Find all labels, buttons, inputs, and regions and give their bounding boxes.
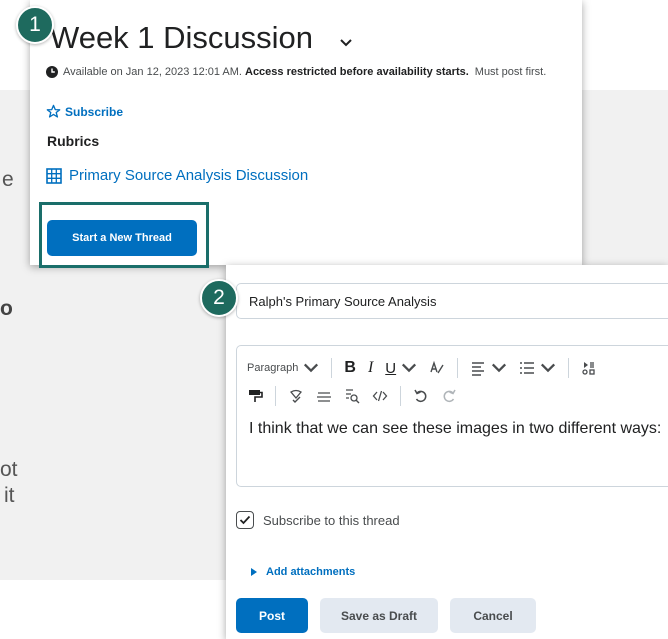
horizontal-rule-icon (317, 392, 331, 402)
step-badge-1: 1 (16, 6, 54, 44)
list-button[interactable] (519, 360, 556, 376)
background-text-fragment: ot (0, 458, 18, 481)
chevron-down-icon (304, 363, 319, 373)
availability-info: Available on Jan 12, 2023 12:01 AM. Acce… (46, 66, 546, 78)
subscribe-label: Subscribe (65, 104, 124, 119)
subscribe-thread-label: Subscribe to this thread (263, 512, 400, 528)
availability-date: Available on Jan 12, 2023 12:01 AM. (63, 66, 242, 78)
media-icon (582, 362, 595, 375)
add-attachments-label: Add attachments (266, 566, 356, 578)
clock-icon (46, 66, 58, 78)
editor-toolbar-row: Paragraph B I U (247, 354, 609, 382)
source-code-button[interactable] (372, 388, 388, 404)
rubric-link[interactable]: Primary Source Analysis Discussion (46, 167, 308, 184)
format-select[interactable]: Paragraph (247, 360, 319, 376)
chevron-down-icon[interactable] (338, 36, 354, 48)
align-button[interactable] (470, 360, 507, 376)
undo-button[interactable] (413, 388, 429, 404)
add-attachments-link[interactable]: Add attachments (250, 566, 355, 578)
discussion-topic-panel: Week 1 Discussion Available on Jan 12, 2… (30, 0, 582, 268)
find-replace-icon (346, 389, 360, 404)
subscribe-thread-option[interactable]: Subscribe to this thread (236, 511, 400, 529)
paint-roller-icon (249, 390, 263, 402)
toolbar-divider (331, 358, 333, 378)
start-new-thread-button[interactable]: Start a New Thread (47, 220, 197, 256)
rubric-link-label: Primary Source Analysis Discussion (69, 167, 309, 184)
grid-icon (46, 167, 62, 184)
find-replace-button[interactable] (344, 388, 360, 404)
star-icon (46, 104, 61, 118)
rich-text-editor: Paragraph B I U I think that we can see … (236, 345, 668, 487)
insert-media-button[interactable] (581, 360, 597, 376)
subscribe-link[interactable]: Subscribe (46, 104, 123, 119)
text-size-icon (430, 360, 444, 374)
background-text-fragment: e (2, 168, 14, 191)
align-left-icon (472, 362, 485, 376)
page-title: Week 1 Discussion (50, 20, 314, 55)
rubrics-heading: Rubrics (47, 133, 100, 149)
bold-button[interactable]: B (344, 359, 356, 377)
background-text-fragment: o (0, 297, 13, 320)
caret-right-icon (251, 568, 257, 576)
toolbar-divider (400, 386, 401, 406)
undo-icon (414, 389, 427, 403)
editor-toolbar-row (247, 382, 469, 410)
checkmark-icon (239, 515, 251, 525)
step-badge-2: 2 (200, 279, 238, 317)
redo-icon (443, 389, 456, 403)
availability-note: Must post first. (474, 66, 547, 78)
list-icon (520, 362, 535, 374)
chevron-down-icon (541, 363, 556, 373)
editor-body-text[interactable]: I think that we can see these images in … (249, 420, 661, 438)
code-icon (372, 390, 388, 402)
cancel-button[interactable]: Cancel (450, 598, 536, 633)
thread-title-input[interactable] (236, 283, 668, 319)
toolbar-divider (568, 358, 570, 378)
chevron-down-icon (492, 363, 507, 373)
format-painter-button[interactable] (247, 388, 263, 404)
spellcheck-icon (290, 389, 302, 403)
chevron-down-icon (402, 363, 417, 373)
toolbar-divider (275, 386, 276, 406)
background-text-fragment: it (4, 484, 15, 507)
format-select-value: Paragraph (247, 362, 299, 374)
spellcheck-button[interactable] (288, 388, 304, 404)
subscribe-thread-checkbox[interactable] (236, 511, 254, 529)
font-size-button[interactable] (429, 360, 445, 376)
horizontal-line-button[interactable] (316, 388, 332, 404)
redo-button[interactable] (441, 388, 457, 404)
save-draft-button[interactable]: Save as Draft (320, 598, 438, 633)
new-thread-panel: Paragraph B I U (226, 265, 668, 639)
underline-button[interactable]: U (385, 360, 417, 377)
italic-button[interactable]: I (368, 359, 373, 377)
post-button[interactable]: Post (236, 598, 308, 633)
underline-glyph: U (385, 359, 397, 377)
availability-restriction: Access restricted before availability st… (245, 66, 469, 78)
toolbar-divider (457, 358, 459, 378)
